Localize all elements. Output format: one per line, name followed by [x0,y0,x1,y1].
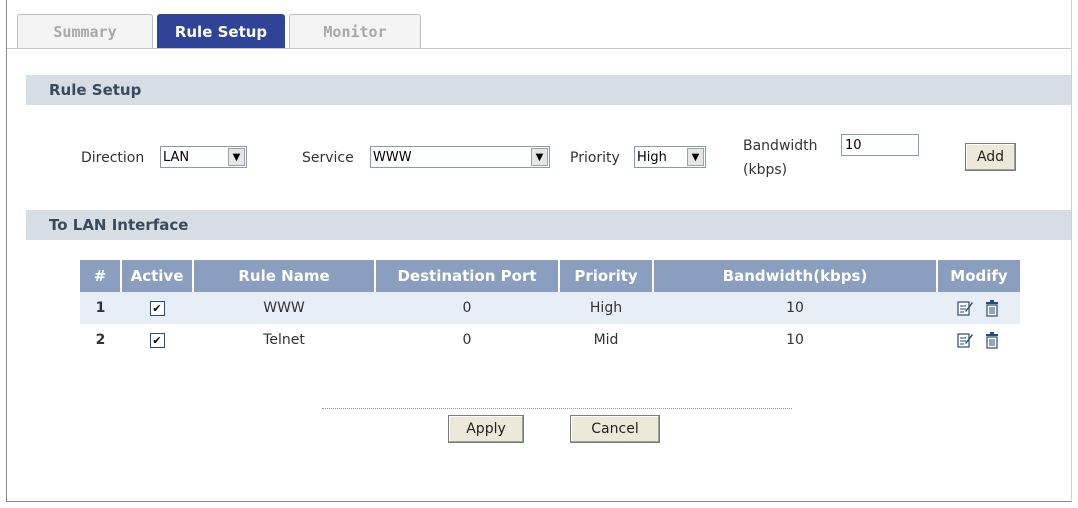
trash-icon[interactable] [983,331,1001,349]
col-header-bandwidth: Bandwidth(kbps) [653,260,938,292]
tab-monitor[interactable]: Monitor [289,14,421,48]
col-header-priority: Priority [559,260,654,292]
table-header-row: # Active Rule Name Destination Port Prio… [80,260,1020,292]
add-button[interactable]: Add [965,143,1016,171]
modify-cell [937,292,1020,324]
tab-bar: Summary Rule Setup Monitor [7,0,1071,49]
col-header-destination-port: Destination Port [375,260,560,292]
bandwidth-value: 10 [653,292,937,324]
priority-select-value: High [637,149,667,165]
bandwidth-value: 10 [786,332,804,348]
priority-label: Priority [570,150,620,166]
col-header-number: # [80,260,122,292]
direction-label: Direction [81,150,145,166]
bandwidth-label: Bandwidth [743,138,818,154]
table-row: 2 ✔ Telnet 0 Mid 10 [80,324,1020,356]
tab-summary[interactable]: Summary [17,14,153,48]
chevron-down-icon: ▼ [531,148,548,166]
modify-cell [937,324,1020,356]
col-header-modify: Modify [937,260,1020,292]
col-header-rule-name: Rule Name [193,260,376,292]
priority-select[interactable]: High ▼ [634,146,706,168]
divider [322,408,792,409]
destination-port: 0 [462,332,472,348]
active-checkbox-cell: ✔ [121,292,193,324]
table-row: 1 ✔ WWW 0 High 10 [80,292,1020,324]
priority-value: Mid [593,332,619,348]
rule-name: Telnet [263,332,305,348]
tab-rule-setup[interactable]: Rule Setup [157,14,285,48]
bandwidth-unit-label: (kbps) [743,162,788,178]
active-checkbox[interactable]: ✔ [149,333,165,348]
edit-icon[interactable] [956,331,974,349]
rules-table: # Active Rule Name Destination Port Prio… [80,260,1020,356]
edit-icon[interactable] [956,299,974,317]
row-number: 2 [95,332,106,348]
col-header-active: Active [121,260,194,292]
lan-interface-header: To LAN Interface [26,210,1071,240]
active-checkbox-cell: ✔ [121,324,193,356]
destination-port: 0 [375,292,559,324]
app-frame: Summary Rule Setup Monitor Rule Setup Di… [6,0,1072,502]
direction-select[interactable]: LAN ▼ [160,146,247,168]
priority-value: High [559,292,653,324]
service-select[interactable]: WWW ▼ [370,146,550,168]
chevron-down-icon: ▼ [228,148,245,166]
bandwidth-input[interactable]: 10 [841,134,919,156]
cancel-button[interactable]: Cancel [570,415,660,443]
service-select-value: WWW [373,149,412,165]
service-label: Service [302,150,354,166]
chevron-down-icon: ▼ [687,148,704,166]
rule-name: WWW [193,292,375,324]
direction-select-value: LAN [163,149,190,165]
row-number: 1 [80,292,121,324]
active-checkbox[interactable]: ✔ [149,301,165,316]
apply-button[interactable]: Apply [448,415,524,443]
trash-icon[interactable] [983,299,1001,317]
rule-setup-header: Rule Setup [26,75,1071,105]
